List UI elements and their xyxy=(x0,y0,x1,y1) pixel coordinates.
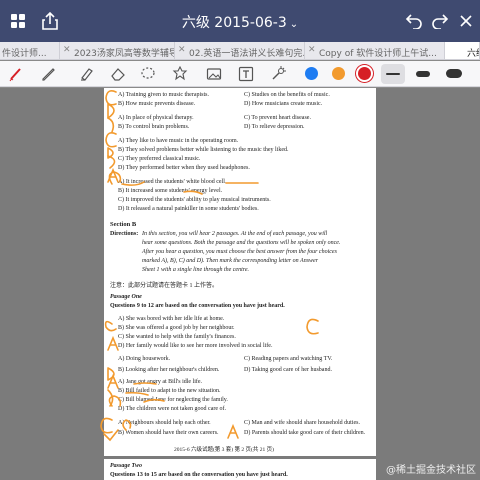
option-text: B) They solved problems better while lis… xyxy=(118,147,289,153)
option-text: D) It released a natural painkiller in s… xyxy=(118,206,259,212)
passage-heading: Passage One xyxy=(110,294,142,300)
option-text: A) Jane got angry at Bill's idle life. xyxy=(118,379,203,385)
lasso-select-icon[interactable] xyxy=(138,64,158,84)
tab-label: 件设计师... xyxy=(2,49,47,59)
option-text: D) The children were not taken good care… xyxy=(118,406,227,412)
option-text: C) They preferred classical music. xyxy=(118,156,201,162)
tab-label: 2023汤家凤高等数学辅导... xyxy=(74,49,174,59)
option-text: B) She was offered a good job by her nei… xyxy=(118,325,235,331)
option-text: A) Doing housework. xyxy=(118,356,171,362)
directions-text: After you hear a question, you must choo… xyxy=(142,249,337,255)
tab-label: Copy of 软件设计师上午试... xyxy=(319,49,437,59)
pdf-page-next: Passage Two Questions 13 to 15 are based… xyxy=(104,459,376,480)
stroke-medium[interactable] xyxy=(416,71,430,77)
option-text: B) Bill failed to adapt to the new situa… xyxy=(118,388,221,394)
color-blue-swatch[interactable] xyxy=(305,67,318,80)
tab-label: 02.英语一语法讲义长难句完... xyxy=(189,49,305,59)
option-text: C) To prevent heart disease. xyxy=(244,115,311,121)
eraser-icon[interactable] xyxy=(108,64,128,84)
tab-document-3[interactable]: ✕ 02.英语一语法讲义长难句完... xyxy=(175,42,305,59)
lasso-pen-icon[interactable] xyxy=(6,64,26,84)
pdf-page: A) Training given to music therapists. C… xyxy=(104,88,376,456)
option-text: D) They performed better when they used … xyxy=(118,165,250,171)
redo-icon[interactable] xyxy=(430,11,450,31)
pdf-reader-app: 六级 2015-06-3⌄ 件设计师... ✕2023汤家凤高等数学辅导... … xyxy=(0,0,480,480)
image-icon[interactable] xyxy=(204,64,224,84)
option-text: A) They like to have music in the operat… xyxy=(118,138,239,144)
passage-heading: Passage Two xyxy=(110,463,142,469)
option-text: A) Neighbours should help each other. xyxy=(118,420,211,426)
color-orange-swatch[interactable] xyxy=(332,67,345,80)
option-text: C) Reading papers and watching TV. xyxy=(244,356,333,362)
option-text: B) How music prevents disease. xyxy=(118,101,196,107)
option-text: B) Looking after her neighbour's childre… xyxy=(118,367,220,373)
highlighter-icon[interactable] xyxy=(76,64,96,84)
close-tab-icon[interactable]: ✕ xyxy=(63,45,71,55)
stroke-thin-selected[interactable] xyxy=(381,64,405,84)
directions-text: hear some questions. Both the passage an… xyxy=(142,240,341,246)
close-tab-icon[interactable]: ✕ xyxy=(308,45,316,55)
tab-label: 六级 xyxy=(467,49,479,59)
option-text: D) Parents should take good care of thei… xyxy=(244,430,366,436)
option-text: D) How musicians create music. xyxy=(244,101,323,107)
tab-document-1[interactable]: 件设计师... xyxy=(0,42,60,59)
option-text: B) Women should have their own careers. xyxy=(118,430,219,436)
section-heading: Section B xyxy=(110,221,137,228)
page-footer: 2015-6 六级试题(第 3 套) 第 2 页(共 21 页) xyxy=(174,447,274,453)
color-red-swatch-selected[interactable] xyxy=(358,67,371,80)
tab-document-active[interactable]: 六级 xyxy=(445,42,480,59)
tab-strip: 件设计师... ✕2023汤家凤高等数学辅导... ✕02.英语一语法讲义长难句… xyxy=(0,42,480,60)
option-text: A) She was bored with her idle life at h… xyxy=(118,316,225,322)
undo-icon[interactable] xyxy=(404,11,424,31)
option-text: C) She wanted to help with the family's … xyxy=(118,334,236,340)
shapes-icon[interactable] xyxy=(170,64,190,84)
option-text: C) Man and wife should share household d… xyxy=(244,420,360,426)
annotation-toolbar xyxy=(0,61,480,87)
option-text: C) Bill blamed Jane for neglecting the f… xyxy=(118,397,228,403)
option-text: D) To relieve depression. xyxy=(244,124,305,130)
question-range: Questions 9 to 12 are based on the conve… xyxy=(110,303,285,309)
pen-icon[interactable] xyxy=(38,64,58,84)
directions-text: In this section, you will hear 2 passage… xyxy=(142,231,328,237)
tab-document-4[interactable]: ✕ Copy of 软件设计师上午试... xyxy=(305,42,445,59)
option-text: A) Training given to music therapists. xyxy=(118,92,209,98)
option-text: C) Studies on the benefits of music. xyxy=(244,92,330,98)
close-tab-icon[interactable]: ✕ xyxy=(178,45,186,55)
directions-label: Directions: xyxy=(110,231,139,237)
top-bar: 六级 2015-06-3 ⌄ xyxy=(0,0,480,42)
directions-text: Sheet 1 with a single line through the c… xyxy=(142,267,250,273)
document-title-text: 六级 2015-06-3 xyxy=(181,15,287,31)
tab-document-2[interactable]: ✕2023汤家凤高等数学辅导... xyxy=(60,42,175,59)
option-text: B) To control brain problems. xyxy=(118,124,190,130)
watermark-text: @稀土掘金技术社区 xyxy=(386,465,476,476)
question-range: Questions 13 to 15 are based on the conv… xyxy=(110,472,288,478)
option-text: C) It improved the students' ability to … xyxy=(118,197,271,203)
option-text: B) It increased some students' energy le… xyxy=(118,188,223,194)
directions-text: marked A), B), C) and D). Then mark the … xyxy=(142,258,319,264)
option-text: D) Her family would like to see her more… xyxy=(118,343,273,349)
option-text: D) Taking good care of her husband. xyxy=(244,367,332,373)
chevron-down-icon: ⌄ xyxy=(289,19,299,30)
stroke-thick[interactable] xyxy=(446,69,462,78)
option-text: A) In place of physical therapy. xyxy=(118,115,194,121)
document-viewport[interactable]: A) Training given to music therapists. C… xyxy=(0,88,480,480)
option-text: A) It increased the students' white bloo… xyxy=(118,179,227,185)
answer-sheet-note: 注意：此部分试题请在答题卡 1 上作答。 xyxy=(110,283,219,289)
close-icon[interactable] xyxy=(456,11,476,31)
text-box-icon[interactable] xyxy=(236,64,256,84)
laser-pointer-icon[interactable] xyxy=(268,64,288,84)
